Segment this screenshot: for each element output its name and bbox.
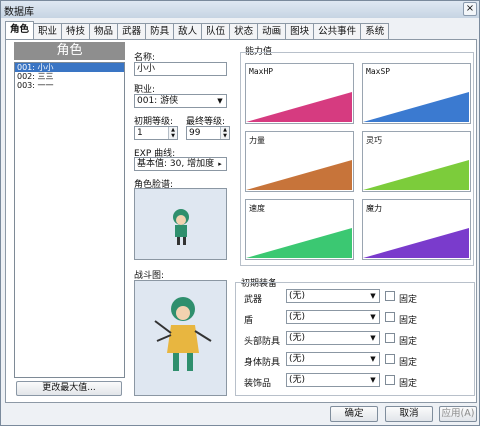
tab-bar: 角色 职业 特技 物品 武器 防具 敌人 队伍 状态 动画 图块 公共事件 系统 <box>5 21 390 39</box>
exp-curve-value: 基本值: 30, 增加度 <box>137 159 215 169</box>
maxsp-graph[interactable]: MaxSP <box>362 63 471 124</box>
helmet-select[interactable]: (无) ▼ <box>286 331 380 345</box>
tab-weapons[interactable]: 武器 <box>117 23 147 39</box>
change-max-button[interactable]: 更改最大值... <box>16 381 122 396</box>
face-image[interactable] <box>134 188 227 260</box>
strength-graph[interactable]: 力量 <box>245 131 354 192</box>
graph-label: MaxSP <box>366 67 391 76</box>
tab-armors[interactable]: 防具 <box>145 23 175 39</box>
shield-select[interactable]: (无) ▼ <box>286 310 380 324</box>
window-title: 数据库 <box>4 7 34 18</box>
initial-level-value: 1 <box>137 128 143 138</box>
shield-value: (无) <box>289 312 306 322</box>
spin-arrows-icon[interactable]: ▲ ▼ <box>168 127 177 139</box>
body-armor-label: 身体防具 <box>244 358 281 368</box>
weapon-label: 武器 <box>244 295 263 305</box>
tab-states[interactable]: 状态 <box>229 23 259 39</box>
graph-label: 灵巧 <box>366 136 382 145</box>
fixed-label: 固定 <box>399 337 418 347</box>
tab-items[interactable]: 物品 <box>89 23 119 39</box>
battler-sprite-icon <box>154 297 212 371</box>
class-select[interactable]: 001: 游侠 ▼ <box>134 94 227 108</box>
spin-arrows-icon[interactable]: ▲ ▼ <box>220 127 229 139</box>
helmet-value: (无) <box>289 333 306 343</box>
body-armor-select[interactable]: (无) ▼ <box>286 352 380 366</box>
abilities-group: MaxHP MaxSP 力量 灵巧 速度 魔力 <box>240 52 474 266</box>
database-window: 数据库 × 角色 职业 特技 物品 武器 防具 敌人 队伍 状态 动画 图块 公… <box>0 0 480 426</box>
body-armor-fixed-checkbox[interactable] <box>385 354 395 364</box>
battler-image[interactable] <box>134 280 227 396</box>
tab-skills[interactable]: 特技 <box>61 23 91 39</box>
chevron-down-icon: ▼ <box>217 97 223 105</box>
exp-curve-field[interactable]: 基本值: 30, 增加度 ▸ <box>134 157 227 171</box>
fixed-label: 固定 <box>399 379 418 389</box>
final-level-value: 99 <box>189 128 201 138</box>
agility-graph[interactable]: 速度 <box>245 199 354 260</box>
list-item[interactable]: 002: 三三 <box>15 72 124 81</box>
chevron-down-icon: ▼ <box>370 292 376 300</box>
ok-button[interactable]: 确定 <box>330 406 378 422</box>
body-armor-value: (无) <box>289 354 306 364</box>
name-input[interactable]: 小小 <box>134 62 227 76</box>
equipment-group: 武器 (无) ▼ 固定 盾 (无) ▼ 固定 头部防具 (无) ▼ 固定 身体防具 (… <box>235 282 475 396</box>
character-sprite-icon <box>173 209 189 245</box>
accessory-label: 装饰品 <box>244 379 272 389</box>
tab-classes[interactable]: 职业 <box>33 23 63 39</box>
graph-label: MaxHP <box>249 67 274 76</box>
chevron-down-icon: ▼ <box>370 313 376 321</box>
tab-actors[interactable]: 角色 <box>5 21 35 39</box>
accessory-select[interactable]: (无) ▼ <box>286 373 380 387</box>
helmet-label: 头部防具 <box>244 337 281 347</box>
class-value: 001: 游侠 <box>137 96 179 106</box>
final-level-input[interactable]: 99 ▲ ▼ <box>186 126 230 140</box>
weapon-select[interactable]: (无) ▼ <box>286 289 380 303</box>
list-item[interactable]: 001: 小小 <box>15 63 124 72</box>
weapon-value: (无) <box>289 291 306 301</box>
chevron-down-icon: ▼ <box>370 334 376 342</box>
tab-animations[interactable]: 动画 <box>257 23 287 39</box>
maxhp-graph[interactable]: MaxHP <box>245 63 354 124</box>
actor-list-header: 角色 <box>14 42 125 60</box>
dexterity-graph[interactable]: 灵巧 <box>362 131 471 192</box>
actor-panel: 角色 001: 小小 002: 三三 003: 一一 更改最大值... 名称: … <box>5 39 477 403</box>
helmet-fixed-checkbox[interactable] <box>385 333 395 343</box>
actor-list[interactable]: 001: 小小 002: 三三 003: 一一 <box>14 62 125 378</box>
graph-label: 速度 <box>249 204 265 213</box>
cancel-button[interactable]: 取消 <box>385 406 433 422</box>
shield-fixed-checkbox[interactable] <box>385 312 395 322</box>
fixed-label: 固定 <box>399 295 418 305</box>
intelligence-graph[interactable]: 魔力 <box>362 199 471 260</box>
close-icon[interactable]: × <box>463 2 477 16</box>
graph-label: 力量 <box>249 136 265 145</box>
accessory-fixed-checkbox[interactable] <box>385 375 395 385</box>
tab-enemies[interactable]: 敌人 <box>173 23 203 39</box>
chevron-down-icon: ▼ <box>370 376 376 384</box>
weapon-fixed-checkbox[interactable] <box>385 291 395 301</box>
tab-system[interactable]: 系统 <box>360 23 390 39</box>
fixed-label: 固定 <box>399 358 418 368</box>
tab-troops[interactable]: 队伍 <box>201 23 231 39</box>
apply-button[interactable]: 应用(A) <box>439 406 477 422</box>
title-bar: 数据库 × <box>1 1 479 18</box>
chevron-right-icon: ▸ <box>218 160 222 168</box>
fixed-label: 固定 <box>399 316 418 326</box>
accessory-value: (无) <box>289 375 306 385</box>
shield-label: 盾 <box>244 316 254 326</box>
list-item[interactable]: 003: 一一 <box>15 81 124 90</box>
tab-tilesets[interactable]: 图块 <box>285 23 315 39</box>
chevron-down-icon: ▼ <box>370 355 376 363</box>
initial-level-input[interactable]: 1 ▲ ▼ <box>134 126 178 140</box>
tab-common-events[interactable]: 公共事件 <box>313 23 362 39</box>
graph-label: 魔力 <box>366 204 382 213</box>
